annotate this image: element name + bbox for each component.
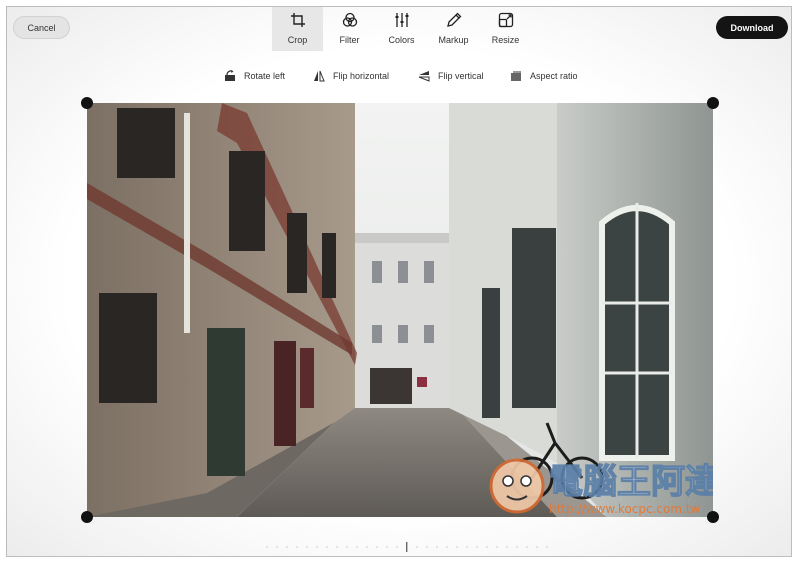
rotate-left-label: Rotate left [244,71,286,81]
tab-resize[interactable]: Resize [480,7,531,51]
flip-horizontal-icon [314,70,325,82]
photo-canvas[interactable]: 電腦王阿達 http://www.kocpc.com.tw [87,103,713,517]
watermark: 電腦王阿達 http://www.kocpc.com.tw [489,458,713,516]
tab-markup[interactable]: Markup [428,7,479,51]
rotate-left-icon [225,70,235,81]
download-button[interactable]: Download [716,16,788,39]
crop-handle-top-right[interactable] [707,97,719,109]
crop-handle-bottom-left[interactable] [81,511,93,523]
tab-colors[interactable]: Colors [376,7,427,51]
editor-tabs: Crop Filter Colors Markup Resize [272,7,532,51]
tab-label: Colors [388,35,415,45]
street-photo: 電腦王阿達 http://www.kocpc.com.tw [87,103,713,517]
tab-filter[interactable]: Filter [324,7,375,51]
resize-icon [498,12,513,28]
editor-frame: Cancel Crop Filter Colors Markup Resize … [6,6,792,557]
crop-handle-top-left[interactable] [81,97,93,109]
svg-text:電腦王阿達: 電腦王阿達 [549,462,713,502]
cancel-button[interactable]: Cancel [13,16,70,39]
flip-horizontal-button[interactable]: Flip horizontal [313,68,389,84]
crop-icon [290,13,305,27]
rotation-slider[interactable] [257,541,557,555]
filter-icon [342,12,357,27]
aspect-ratio-label: Aspect ratio [530,71,578,81]
rotate-left-button[interactable]: Rotate left [224,68,285,84]
sliders-icon [395,13,408,27]
tab-label: Markup [438,35,469,45]
tab-label: Resize [491,35,520,45]
crop-toolbar: Rotate left Flip horizontal Flip vertica… [7,68,791,84]
tab-label: Crop [287,35,308,45]
tab-crop[interactable]: Crop [272,7,323,51]
aspect-ratio-button[interactable]: Aspect ratio [510,68,578,84]
flip-vertical-icon [418,71,430,82]
pen-icon [446,12,461,27]
crop-handle-bottom-right[interactable] [707,511,719,523]
aspect-ratio-icon [511,71,521,81]
flip-vertical-label: Flip vertical [438,71,484,81]
flip-vertical-button[interactable]: Flip vertical [418,68,484,84]
tab-label: Filter [339,35,360,45]
svg-text:http://www.kocpc.com.tw: http://www.kocpc.com.tw [549,502,701,516]
flip-horizontal-label: Flip horizontal [333,71,390,81]
